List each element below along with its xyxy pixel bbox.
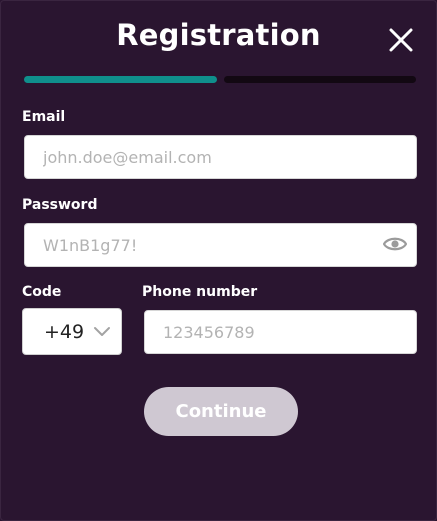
eye-icon[interactable]: [383, 234, 407, 254]
progress-step-1: [24, 76, 217, 83]
step-progress: [24, 76, 416, 83]
close-icon[interactable]: [386, 25, 416, 55]
email-field[interactable]: [24, 135, 417, 179]
country-code-value: +49: [44, 321, 85, 343]
phone-label: Phone number: [142, 284, 258, 300]
code-label: Code: [22, 284, 62, 300]
country-code-select[interactable]: +49: [22, 308, 122, 355]
progress-step-2: [223, 76, 416, 83]
chevron-down-icon: [94, 327, 110, 336]
phone-field[interactable]: [144, 310, 417, 354]
email-label: Email: [22, 109, 66, 125]
password-label: Password: [22, 197, 98, 213]
continue-button[interactable]: Continue: [144, 387, 298, 436]
dialog-title: Registration: [116, 18, 321, 52]
password-field[interactable]: [24, 223, 417, 267]
registration-dialog: Registration Email Password Code +49 Pho…: [0, 0, 437, 521]
